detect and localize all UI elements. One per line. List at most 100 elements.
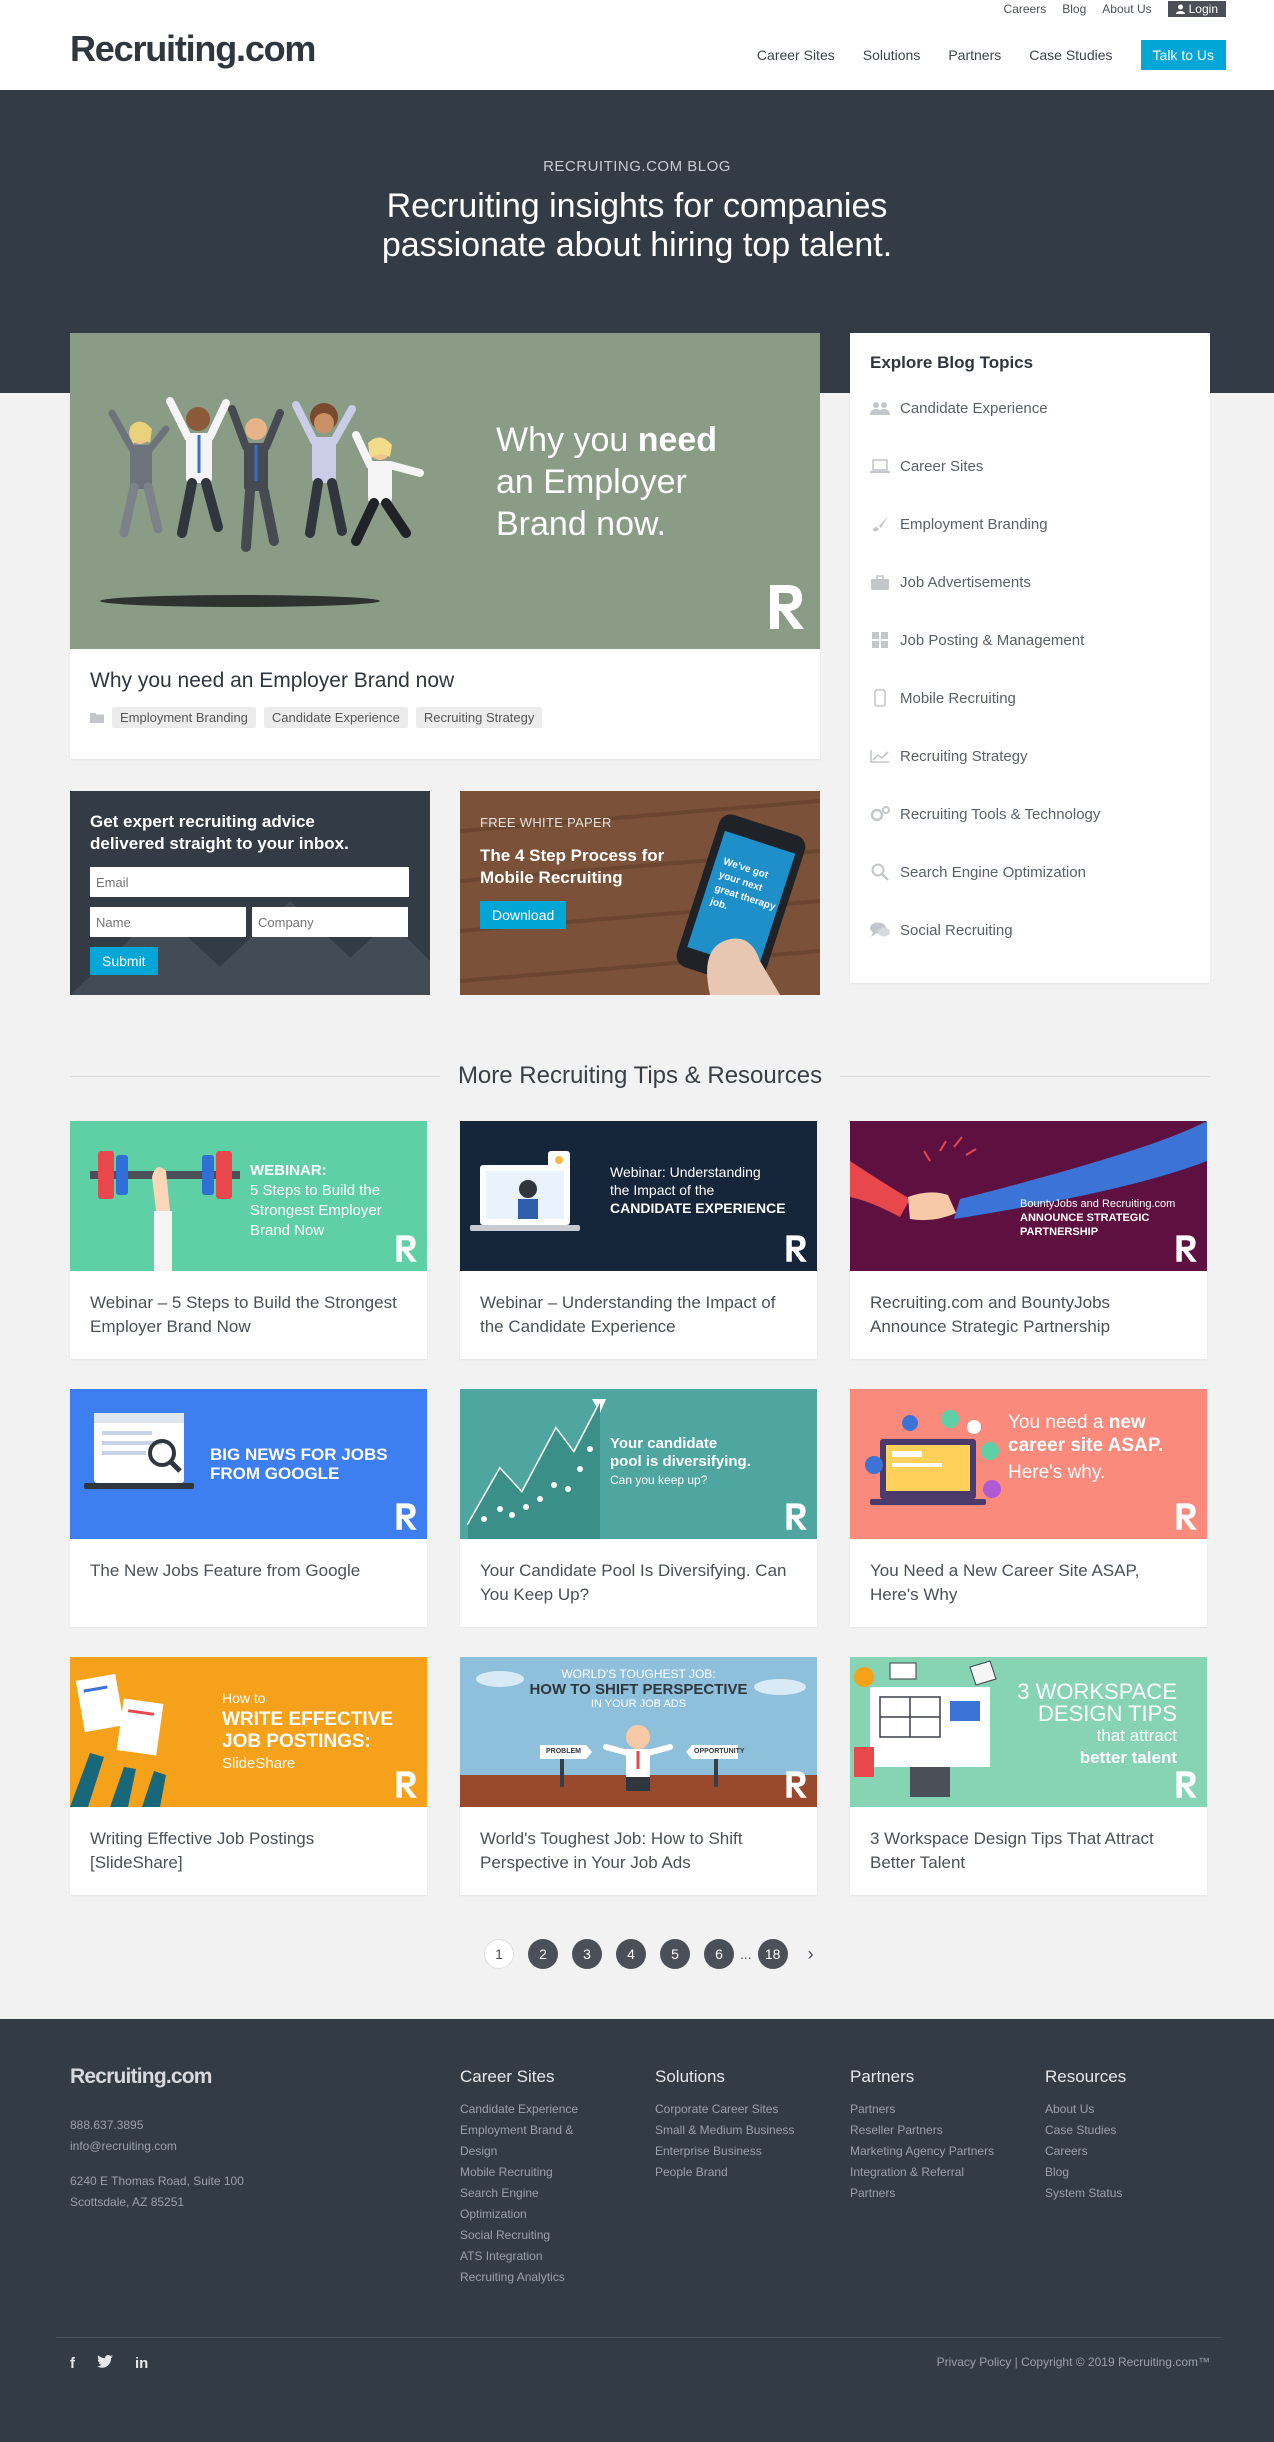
page-6-button[interactable]: 6 <box>704 1939 734 1969</box>
r-logo-icon <box>770 585 804 629</box>
r-logo-icon <box>396 1771 417 1798</box>
resource-card[interactable]: BountyJobs and Recruiting.com ANNOUNCE S… <box>850 1121 1207 1359</box>
footer-link[interactable]: People Brand <box>655 2162 835 2183</box>
featured-post[interactable]: Why you need an Employer Brand now. Why … <box>70 333 820 759</box>
tag-employment-branding[interactable]: Employment Branding <box>112 707 256 728</box>
chart-line-icon <box>870 748 890 764</box>
image-text-line: WEBINAR: <box>250 1162 327 1179</box>
footer-link[interactable]: System Status <box>1045 2183 1225 2204</box>
topic-seo[interactable]: Search Engine Optimization <box>870 843 1190 901</box>
footer-link[interactable]: Small & Medium Business <box>655 2120 835 2141</box>
twitter-icon[interactable] <box>97 2355 113 2372</box>
blog-topics-sidebar: Explore Blog Topics Candidate Experience… <box>850 333 1210 983</box>
resource-card[interactable]: Your candidate pool is diversifying. Can… <box>460 1389 817 1627</box>
white-paper-promo[interactable]: We've got your next great therapy job. F… <box>460 791 820 995</box>
email-field[interactable] <box>90 867 409 897</box>
footer-link[interactable]: Candidate Experience <box>460 2099 640 2120</box>
briefcase-icon <box>870 574 890 590</box>
submit-button[interactable]: Submit <box>90 947 158 975</box>
nav-solutions[interactable]: Solutions <box>863 47 921 63</box>
footer-link[interactable]: Careers <box>1045 2141 1225 2162</box>
footer-link[interactable]: Integration & Referral <box>850 2162 1030 2183</box>
page-3-button[interactable]: 3 <box>572 1939 602 1969</box>
page-5-button[interactable]: 5 <box>660 1939 690 1969</box>
resource-card[interactable]: You need a new career site ASAP. Here's … <box>850 1389 1207 1627</box>
footer-link[interactable]: Enterprise Business <box>655 2141 835 2162</box>
resource-card[interactable]: How to WRITE EFFECTIVE JOB POSTINGS: Sli… <box>70 1657 427 1895</box>
topic-employment-branding[interactable]: Employment Branding <box>870 495 1190 553</box>
footer-link[interactable]: Corporate Career Sites <box>655 2099 835 2120</box>
resource-card[interactable]: WEBINAR: 5 Steps to Build the Strongest … <box>70 1121 427 1359</box>
resource-card[interactable]: WORLD'S TOUGHEST JOB: HOW TO SHIFT PERSP… <box>460 1657 817 1895</box>
topic-job-posting[interactable]: Job Posting & Management <box>870 611 1190 669</box>
topic-social-recruiting[interactable]: Social Recruiting <box>870 901 1190 959</box>
footer-link[interactable]: Mobile Recruiting <box>460 2162 640 2183</box>
talk-to-us-button[interactable]: Talk to Us <box>1140 40 1226 70</box>
laptop-person-illustration <box>470 1151 580 1231</box>
download-button[interactable]: Download <box>480 901 567 929</box>
topic-career-sites[interactable]: Career Sites <box>870 437 1190 495</box>
topic-candidate-experience[interactable]: Candidate Experience <box>870 379 1190 437</box>
footer-email[interactable]: info@recruiting.com <box>70 2136 244 2157</box>
nav-case-studies[interactable]: Case Studies <box>1029 47 1112 63</box>
nav-partners[interactable]: Partners <box>948 47 1001 63</box>
white-paper-kicker: FREE WHITE PAPER <box>480 815 612 830</box>
page-1-button[interactable]: 1 <box>484 1939 514 1969</box>
resource-card-title: Webinar – Understanding the Impact of th… <box>480 1293 776 1336</box>
r-logo-icon <box>396 1503 417 1530</box>
image-text-line: BountyJobs and Recruiting.com <box>1020 1198 1176 1210</box>
newsletter-title-line1: Get expert recruiting advice <box>90 812 315 831</box>
footer-link[interactable]: Optimization <box>460 2204 640 2225</box>
footer-link[interactable]: ATS Integration <box>460 2246 640 2267</box>
footer-link[interactable]: Recruiting Analytics <box>460 2267 640 2288</box>
footer-link[interactable]: About Us <box>1045 2099 1225 2120</box>
footer-link[interactable]: Design <box>460 2141 640 2162</box>
page-4-button[interactable]: 4 <box>616 1939 646 1969</box>
site-logo[interactable]: Recruiting.com <box>70 28 316 70</box>
footer-col-resources: Resources About Us Case Studies Careers … <box>1045 2067 1225 2204</box>
page-2-button[interactable]: 2 <box>528 1939 558 1969</box>
resource-card[interactable]: BIG NEWS FOR JOBS FROM GOOGLE The New Jo… <box>70 1389 427 1627</box>
footer-legal[interactable]: Privacy Policy | Copyright © 2019 Recrui… <box>937 2355 1210 2369</box>
facebook-icon[interactable]: f <box>70 2355 75 2372</box>
page-last-button[interactable]: 18 <box>757 1939 788 1969</box>
login-label: Login <box>1188 2 1218 16</box>
footer-logo[interactable]: Recruiting.com <box>70 2065 212 2089</box>
footer-link[interactable]: Blog <box>1045 2162 1225 2183</box>
footer-phone[interactable]: 888.637.3895 <box>70 2115 244 2136</box>
name-field[interactable] <box>90 907 246 937</box>
tag-recruiting-strategy[interactable]: Recruiting Strategy <box>415 707 543 728</box>
tag-candidate-experience[interactable]: Candidate Experience <box>263 707 408 728</box>
featured-post-tags: Employment Branding Candidate Experience… <box>90 707 800 728</box>
login-button[interactable]: Login <box>1167 1 1226 17</box>
image-text-line: WRITE EFFECTIVE <box>222 1709 393 1730</box>
util-link-careers[interactable]: Careers <box>1004 2 1047 16</box>
footer-link[interactable]: Partners <box>850 2099 1030 2120</box>
image-text-line: JOB POSTINGS: <box>222 1731 371 1752</box>
footer-link[interactable]: Employment Brand & <box>460 2120 640 2141</box>
footer-link[interactable]: Search Engine <box>460 2183 640 2204</box>
topic-mobile-recruiting[interactable]: Mobile Recruiting <box>870 669 1190 727</box>
featured-post-image[interactable]: Why you need an Employer Brand now. <box>70 333 820 649</box>
util-link-about[interactable]: About Us <box>1102 2 1151 16</box>
nav-career-sites[interactable]: Career Sites <box>757 47 835 63</box>
footer-link[interactable]: Reseller Partners <box>850 2120 1030 2141</box>
topic-recruiting-tools[interactable]: Recruiting Tools & Technology <box>870 785 1190 843</box>
company-field[interactable] <box>252 907 408 937</box>
footer-link[interactable]: Partners <box>850 2183 1030 2204</box>
footer-link[interactable]: Social Recruiting <box>460 2225 640 2246</box>
footer-link[interactable]: Marketing Agency Partners <box>850 2141 1030 2162</box>
topic-recruiting-strategy[interactable]: Recruiting Strategy <box>870 727 1190 785</box>
image-text-line: FROM GOOGLE <box>210 1464 340 1483</box>
resource-card[interactable]: Webinar: Understanding the Impact of the… <box>460 1121 817 1359</box>
image-text-line: DESIGN TIPS <box>1038 1701 1177 1726</box>
topic-job-advertisements[interactable]: Job Advertisements <box>870 553 1190 611</box>
next-page-icon[interactable]: › <box>808 1944 814 1965</box>
divider-line <box>70 1075 440 1077</box>
footer-link[interactable]: Case Studies <box>1045 2120 1225 2141</box>
util-link-blog[interactable]: Blog <box>1062 2 1086 16</box>
linkedin-icon[interactable]: in <box>135 2355 148 2372</box>
resource-card[interactable]: 3 WORKSPACE DESIGN TIPS that attract bet… <box>850 1657 1207 1895</box>
resource-card-image: WORLD'S TOUGHEST JOB: HOW TO SHIFT PERSP… <box>460 1657 817 1807</box>
featured-post-title[interactable]: Why you need an Employer Brand now <box>90 669 800 693</box>
